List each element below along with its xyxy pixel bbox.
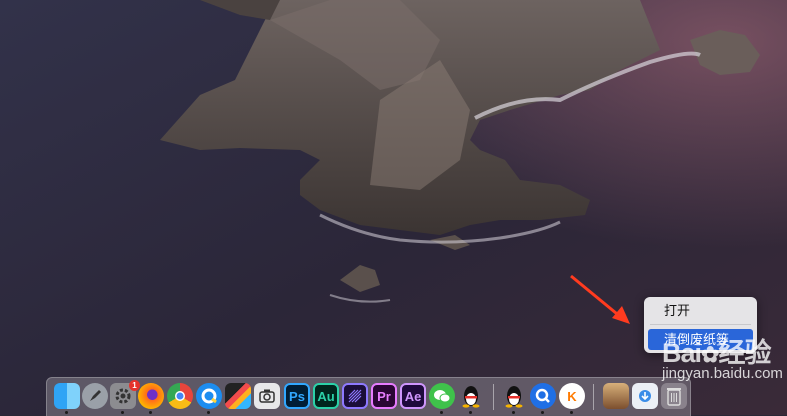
clapperboard-icon[interactable] [225,383,251,409]
finder-icon[interactable] [54,383,80,409]
qq-browser-icon[interactable] [196,383,222,409]
penguin-icon[interactable] [458,383,484,409]
premiere-icon[interactable]: Pr [371,383,397,409]
running-indicator [440,411,443,414]
dock-separator [593,384,594,410]
menu-item-open[interactable]: 打开 [648,300,753,321]
running-indicator [469,411,472,414]
media-encoder-icon[interactable] [342,383,368,409]
trash-icon[interactable] [661,383,687,409]
q-search-icon[interactable] [530,383,556,409]
firefox-icon[interactable] [138,383,164,409]
menu-separator [650,324,751,325]
chrome-icon[interactable] [167,383,193,409]
after-effects-icon[interactable]: Ae [400,383,426,409]
photoshop-icon[interactable]: Ps [284,383,310,409]
audition-icon[interactable]: Au [313,383,339,409]
camera-icon[interactable] [254,383,280,409]
running-indicator [149,411,152,414]
running-indicator [121,411,124,414]
gear-icon[interactable]: 1 [110,380,140,409]
k-icon[interactable]: K [559,383,585,409]
dock: 1 Ps Au Pr Ae K [46,377,691,416]
dock-context-menu: 打开 清倒废纸篓 [644,297,757,353]
running-indicator [570,411,573,414]
running-indicator [541,411,544,414]
rocket-icon[interactable] [82,383,108,409]
running-indicator [65,411,68,414]
penguin-icon[interactable] [501,383,527,409]
running-indicator [512,411,515,414]
photo-icon[interactable] [603,383,629,409]
wechat-icon[interactable] [429,383,455,409]
downloads-icon[interactable] [632,383,658,409]
running-indicator [207,411,210,414]
menu-item-empty-trash[interactable]: 清倒废纸篓 [648,329,753,350]
dock-separator [493,384,494,410]
